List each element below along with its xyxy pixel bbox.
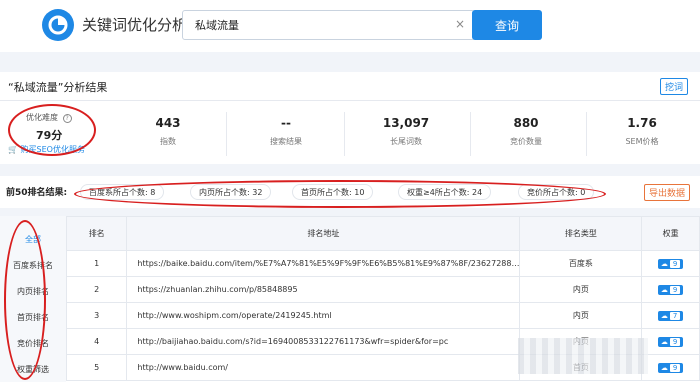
- url-link[interactable]: https://zhuanlan.zhihu.com/p/85848895: [126, 276, 521, 303]
- export-button[interactable]: 导出数据: [644, 184, 691, 201]
- table-header-row: 排名 排名地址 排名类型 权重: [65, 216, 700, 251]
- column-header: 排名类型: [519, 216, 643, 251]
- stat-bid-count: 880 竞价数量: [510, 116, 542, 146]
- summary-panel: “私域流量”分析结果 挖词 优化难度 ? 79分 🛒 购买SEO优化服务 443…: [0, 72, 700, 164]
- sidebar-item-home[interactable]: 首页排名: [0, 312, 66, 323]
- url-link[interactable]: http://baijiahao.baidu.com/s?id=16940085…: [126, 328, 521, 355]
- rank-cell: 4: [65, 328, 128, 355]
- difficulty-value: 79分: [36, 129, 63, 142]
- weight-badge: ☁ 9: [657, 284, 684, 295]
- cart-icon: 🛒: [8, 145, 18, 154]
- weight-badge: ☁ 9: [657, 362, 684, 373]
- divider: [470, 112, 471, 156]
- table-row: 3 http://www.woshipm.com/operate/2419245…: [65, 302, 700, 329]
- rank-cell: 2: [65, 276, 128, 303]
- weight-badge: ☁ 9: [657, 336, 684, 347]
- type-cell: 内页: [519, 276, 643, 303]
- weight-cell: ☁ 9: [641, 354, 700, 381]
- chip-baidu[interactable]: 百度系所占个数: 8: [80, 184, 165, 200]
- weight-cell: ☁ 9: [641, 328, 700, 355]
- app-logo-icon: [42, 9, 74, 41]
- divider: [226, 112, 227, 156]
- result-title: “私域流量”分析结果: [8, 81, 108, 94]
- url-link[interactable]: http://www.woshipm.com/operate/2419245.h…: [126, 302, 521, 329]
- sidebar-item-baidu[interactable]: 百度系排名: [0, 260, 66, 271]
- keyword-mining-button[interactable]: 挖词: [659, 78, 688, 95]
- app-title: 关键词优化分析: [82, 16, 188, 34]
- weight-badge: ☁ 7: [657, 310, 684, 321]
- url-link[interactable]: https://baike.baidu.com/item/%E7%A7%81%E…: [126, 250, 521, 277]
- weight-cell: ☁ 9: [641, 276, 700, 303]
- search-input[interactable]: [182, 10, 475, 40]
- info-icon[interactable]: ?: [62, 114, 72, 123]
- clear-icon[interactable]: ×: [455, 17, 465, 31]
- type-cell: 内页: [519, 302, 643, 329]
- stat-longtail: 13,097 长尾词数: [382, 116, 430, 146]
- url-link[interactable]: http://www.baidu.com/: [126, 354, 521, 381]
- difficulty-label: 优化难度 ?: [26, 112, 72, 123]
- top-bar: 关键词优化分析 × 查询: [0, 0, 700, 52]
- sidebar-item-weight[interactable]: 权重筛选: [0, 364, 66, 375]
- divider: [0, 100, 700, 101]
- rank-cell: 5: [65, 354, 128, 381]
- column-header: 排名: [65, 216, 128, 251]
- chip-bid[interactable]: 竞价所占个数: 0: [518, 184, 595, 200]
- stat-sem-price: 1.76 SEM价格: [625, 116, 659, 146]
- top50-title: 前50排名结果:: [6, 188, 68, 198]
- blurred-watermark: [518, 338, 648, 374]
- buy-seo-service-link[interactable]: 🛒 购买SEO优化服务: [8, 144, 85, 155]
- stat-search-results: -- 搜索结果: [270, 116, 302, 146]
- sidebar-item-all[interactable]: 全部: [0, 234, 66, 245]
- top50-bar: 前50排名结果: 百度系所占个数: 8 内页所占个数: 32 首页所占个数: 1…: [0, 176, 700, 208]
- filter-sidebar: 全部 百度系排名 内页排名 首页排名 竞价排名 权重筛选: [0, 216, 66, 382]
- rank-cell: 3: [65, 302, 128, 329]
- chip-home[interactable]: 首页所占个数: 10: [292, 184, 374, 200]
- divider: [586, 112, 587, 156]
- type-cell: 百度系: [519, 250, 643, 277]
- chip-weight[interactable]: 权重≥4所占个数: 24: [398, 184, 492, 200]
- sidebar-item-bid[interactable]: 竞价排名: [0, 338, 66, 349]
- table-row: 2 https://zhuanlan.zhihu.com/p/85848895 …: [65, 276, 700, 303]
- chip-inner[interactable]: 内页所占个数: 32: [190, 184, 272, 200]
- sidebar-item-inner[interactable]: 内页排名: [0, 286, 66, 297]
- weight-badge: ☁ 9: [657, 258, 684, 269]
- table-row: 1 https://baike.baidu.com/item/%E7%A7%81…: [65, 250, 700, 277]
- divider: [344, 112, 345, 156]
- search-button[interactable]: 查询: [472, 10, 542, 40]
- stat-index: 443 指数: [155, 116, 181, 146]
- weight-cell: ☁ 7: [641, 302, 700, 329]
- rank-cell: 1: [65, 250, 128, 277]
- column-header: 排名地址: [126, 216, 521, 251]
- column-header: 权重: [641, 216, 700, 251]
- weight-cell: ☁ 9: [641, 250, 700, 277]
